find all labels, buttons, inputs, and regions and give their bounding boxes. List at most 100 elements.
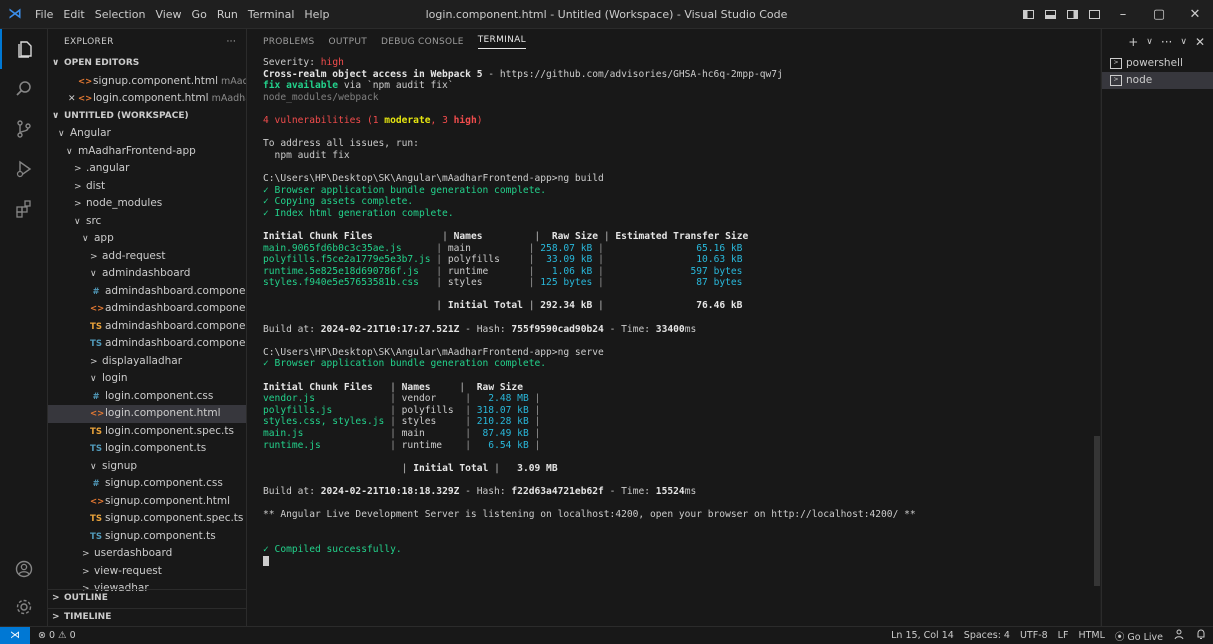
- toggle-panel-icon[interactable]: [1039, 0, 1061, 29]
- tree-folder[interactable]: ∨ login: [48, 370, 246, 388]
- account-status-icon[interactable]: [1173, 628, 1185, 643]
- tab-terminal[interactable]: TERMINAL: [477, 35, 526, 49]
- maximize-button[interactable]: ▢: [1141, 0, 1177, 29]
- tree-folder[interactable]: ∨ src: [48, 213, 246, 231]
- tree-file[interactable]: <>signup.component.html: [48, 493, 246, 511]
- tab-debug-console[interactable]: DEBUG CONSOLE: [381, 37, 464, 47]
- tree-file[interactable]: #admindashboard.component....: [48, 283, 246, 301]
- tree-file[interactable]: TSadmindashboard.component....: [48, 318, 246, 336]
- tree-file[interactable]: <>admindashboard.component....: [48, 300, 246, 318]
- term-line: C:\Users\HP\Desktop\SK\Angular\mAadharFr…: [263, 172, 604, 184]
- tree-folder[interactable]: > userdashboard: [48, 545, 246, 563]
- tree-folder[interactable]: ∨ signup: [48, 458, 246, 476]
- tab-output[interactable]: OUTPUT: [329, 37, 367, 47]
- menu-help[interactable]: Help: [299, 0, 334, 29]
- more-actions-icon[interactable]: ···: [1161, 35, 1172, 49]
- explorer-more-icon[interactable]: ···: [227, 37, 236, 47]
- ts-file-icon: TS: [90, 514, 102, 524]
- remote-indicator[interactable]: ⋊: [0, 627, 30, 644]
- close-editor-icon[interactable]: ✕: [68, 91, 78, 108]
- terminal-entry-powershell[interactable]: > powershell: [1102, 55, 1213, 72]
- timeline-section[interactable]: > TIMELINE: [48, 607, 246, 627]
- manage-gear-icon[interactable]: [0, 587, 48, 627]
- term-line: Severity: high: [263, 57, 344, 68]
- tree-folder[interactable]: ∨ mAadharFrontend-app: [48, 143, 246, 161]
- menu-go[interactable]: Go: [187, 0, 212, 29]
- accounts-icon[interactable]: [0, 549, 48, 589]
- chevron-right-icon: >: [52, 593, 60, 603]
- term-line: main.js | main | 87.49 kB |: [263, 428, 541, 439]
- close-button[interactable]: ✕: [1177, 0, 1213, 29]
- menu-file[interactable]: File: [30, 0, 58, 29]
- chevron-down-icon[interactable]: ∨: [1146, 37, 1153, 47]
- tree-folder[interactable]: > node_modules: [48, 195, 246, 213]
- new-terminal-icon[interactable]: +: [1128, 35, 1138, 49]
- tree-file-selected[interactable]: <>login.component.html: [48, 405, 246, 423]
- css-file-icon: #: [92, 286, 100, 297]
- toggle-secondary-sidebar-icon[interactable]: [1061, 0, 1083, 29]
- terminal-icon: >: [1110, 57, 1122, 69]
- open-editor-item[interactable]: <>signup.component.htmlmAadh...: [48, 73, 246, 91]
- status-go-live[interactable]: ⦿ Go Live: [1115, 629, 1163, 643]
- terminal-icon: >: [1110, 74, 1122, 86]
- tree-folder[interactable]: ∨ app: [48, 230, 246, 248]
- status-encoding[interactable]: UTF-8: [1020, 630, 1048, 641]
- tree-folder[interactable]: > view-request: [48, 563, 246, 581]
- status-eol[interactable]: LF: [1058, 630, 1069, 641]
- tree-folder[interactable]: > add-request: [48, 248, 246, 266]
- terminal-output[interactable]: Severity: high Cross-realm object access…: [263, 57, 1093, 622]
- outline-section[interactable]: > OUTLINE: [48, 589, 246, 608]
- tree-folder[interactable]: > dist: [48, 178, 246, 196]
- chevron-down-icon[interactable]: ∨: [1180, 37, 1187, 47]
- source-control-icon[interactable]: [0, 109, 48, 149]
- tree-folder[interactable]: > displayalladhar: [48, 353, 246, 371]
- tree-file[interactable]: TSadmindashboard.component.ts: [48, 335, 246, 353]
- customize-layout-icon[interactable]: [1083, 0, 1105, 29]
- explorer-title: EXPLORER: [64, 37, 114, 47]
- menu-view[interactable]: View: [150, 0, 186, 29]
- chevron-right-icon: >: [52, 611, 60, 622]
- terminal-entry-node[interactable]: > node: [1102, 72, 1213, 89]
- tree-file[interactable]: TS signup.component.spec.ts: [48, 510, 246, 528]
- menu-selection[interactable]: Selection: [90, 0, 151, 29]
- term-line: node_modules/webpack: [263, 91, 379, 103]
- status-spaces[interactable]: Spaces: 4: [964, 630, 1010, 641]
- chevron-down-icon: ∨: [74, 216, 81, 227]
- workspace-section[interactable]: ∨ UNTITLED (WORKSPACE): [48, 108, 246, 126]
- open-editor-item[interactable]: ✕<>login.component.htmlmAadhar...: [48, 90, 246, 108]
- close-panel-icon[interactable]: ✕: [1195, 35, 1205, 49]
- menu-terminal[interactable]: Terminal: [243, 0, 300, 29]
- menu-edit[interactable]: Edit: [58, 0, 89, 29]
- tree-folder[interactable]: > .angular: [48, 160, 246, 178]
- search-icon[interactable]: [0, 69, 48, 109]
- ts-file-icon: TS: [90, 444, 102, 454]
- extensions-icon[interactable]: [0, 189, 48, 229]
- run-debug-icon[interactable]: [0, 149, 48, 189]
- chevron-right-icon: >: [90, 356, 98, 367]
- term-line: | Initial Total | 292.34 kB | 76.46 kB: [436, 300, 743, 312]
- tab-problems[interactable]: PROBLEMS: [263, 37, 315, 47]
- term-line: ✓ Copying assets complete.: [263, 196, 414, 208]
- tree-folder[interactable]: ∨ Angular: [48, 125, 246, 143]
- explorer-icon[interactable]: [0, 29, 48, 69]
- minimize-button[interactable]: –: [1105, 0, 1141, 29]
- chevron-right-icon: >: [74, 199, 82, 209]
- explorer-sidebar: EXPLORER ··· ∨ OPEN EDITORS <>signup.comp…: [48, 29, 247, 626]
- terminal-scrollbar[interactable]: [1094, 436, 1100, 586]
- open-editors-section[interactable]: ∨ OPEN EDITORS: [48, 55, 246, 73]
- notifications-bell-icon[interactable]: [1195, 628, 1207, 643]
- ts-file-icon: TS: [90, 426, 102, 437]
- term-line: Initial Chunk Files | Names | Raw Size |…: [263, 230, 749, 242]
- status-problems[interactable]: ⊗ 0 ⚠ 0: [38, 630, 76, 641]
- tree-folder[interactable]: ∨ admindashboard: [48, 265, 246, 283]
- tree-file[interactable]: # signup.component.css: [48, 475, 246, 493]
- toggle-primary-sidebar-icon[interactable]: [1017, 0, 1039, 29]
- menu-run[interactable]: Run: [212, 0, 243, 29]
- tree-file[interactable]: TS signup.component.ts: [48, 528, 246, 546]
- tree-file[interactable]: TS login.component.spec.ts: [48, 423, 246, 441]
- status-language[interactable]: HTML: [1078, 630, 1104, 641]
- status-position[interactable]: Ln 15, Col 14: [891, 630, 954, 641]
- tree-file[interactable]: TS login.component.ts: [48, 440, 246, 458]
- term-line: C:\Users\HP\Desktop\SK\Angular\mAadharFr…: [263, 346, 604, 358]
- tree-file[interactable]: # login.component.css: [48, 388, 246, 406]
